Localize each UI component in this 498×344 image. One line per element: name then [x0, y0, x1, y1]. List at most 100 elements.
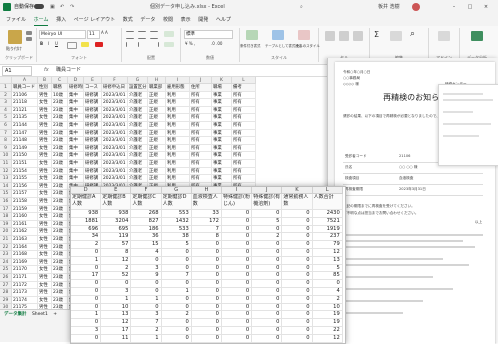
table-cell[interactable]: 21159	[12, 205, 38, 214]
tab-developer[interactable]: 開発	[198, 14, 208, 26]
zoom-table-cell[interactable]: 2	[71, 241, 102, 249]
zoom-table-cell[interactable]: 0	[222, 256, 253, 265]
zoom-table-cell[interactable]: 17	[101, 327, 132, 335]
zoom-table-cell[interactable]: 0	[222, 295, 253, 304]
table-cell[interactable]: 介護老	[128, 152, 148, 160]
table-cell[interactable]: 男性	[38, 106, 52, 115]
zoom-table-cell[interactable]: 0	[222, 249, 253, 257]
undo-icon[interactable]: ↶	[60, 0, 64, 14]
table-cell[interactable]: 2023/3/01	[102, 167, 128, 176]
table-cell[interactable]: 23歳	[52, 205, 68, 214]
header-cell[interactable]: 設置区分	[128, 84, 148, 92]
table-cell[interactable]: 23歳	[52, 144, 68, 153]
border-icon[interactable]	[67, 42, 77, 49]
table-cell[interactable]: 集中	[68, 129, 84, 138]
table-cell[interactable]: 介護老	[128, 106, 148, 115]
column-header[interactable]: A	[12, 77, 38, 84]
align-center-icon[interactable]	[138, 42, 147, 47]
table-cell[interactable]: 所有	[232, 137, 256, 145]
zoom-table-cell[interactable]: 12	[312, 334, 343, 343]
table-cell[interactable]: 21147	[12, 129, 38, 138]
row-header[interactable]: 20	[0, 228, 12, 236]
zoom-table-cell[interactable]: 0	[222, 311, 253, 320]
zoom-table-cell[interactable]: 533	[161, 225, 192, 234]
table-cell[interactable]: 利用	[166, 144, 190, 153]
zoom-table-cell[interactable]: 268	[131, 210, 162, 218]
table-cell[interactable]: 21173	[12, 289, 38, 297]
table-cell[interactable]: 23歳	[52, 243, 68, 252]
zoom-table-cell[interactable]: 0	[191, 303, 222, 312]
zoom-table-cell[interactable]: 38	[161, 233, 192, 242]
table-cell[interactable]: 21155	[12, 175, 38, 183]
row-header[interactable]: 22	[0, 243, 12, 252]
zoom-header-cell[interactable]: 通常勤務人数	[282, 194, 313, 210]
table-cell[interactable]: 介護老	[128, 114, 148, 122]
table-cell[interactable]: 所有	[190, 175, 212, 183]
zoom-table-cell[interactable]: 0	[191, 272, 222, 281]
table-cell[interactable]: 所有	[232, 152, 256, 160]
close-button[interactable]: ×	[478, 0, 494, 14]
zoom-table-cell[interactable]: 695	[101, 225, 132, 234]
table-cell[interactable]: 利用	[166, 137, 190, 145]
table-cell[interactable]: 研修講	[84, 122, 102, 130]
zoom-table-cell[interactable]: 4	[131, 249, 162, 257]
table-cell[interactable]: 21135	[12, 114, 38, 122]
table-cell[interactable]: 利用	[166, 106, 190, 115]
zoom-table-cell[interactable]: 1432	[161, 217, 192, 226]
table-cell[interactable]: 事業	[212, 144, 232, 153]
tab-view[interactable]: 表示	[181, 14, 191, 26]
zoom-column-header[interactable]: F	[131, 187, 162, 194]
table-cell[interactable]: 男性	[38, 129, 52, 138]
table-cell[interactable]: 集中	[68, 175, 84, 183]
table-cell[interactable]: 男性	[38, 228, 52, 236]
number-format-select[interactable]: 標準	[184, 30, 233, 39]
row-header[interactable]: 7	[0, 129, 12, 138]
table-cell[interactable]: 利用	[166, 91, 190, 100]
zoom-table-cell[interactable]: 0	[131, 256, 162, 265]
table-cell[interactable]: 利用	[166, 99, 190, 107]
zoom-table-cell[interactable]: 1	[131, 295, 162, 304]
table-cell[interactable]: 23歳	[52, 122, 68, 130]
table-cell[interactable]: 研修講	[84, 144, 102, 153]
table-cell[interactable]: 女性	[38, 160, 52, 168]
zoom-table-cell[interactable]: 3	[131, 311, 162, 320]
column-header[interactable]: I	[166, 77, 190, 84]
tab-page-layout[interactable]: ページ レイアウト	[74, 14, 116, 26]
table-cell[interactable]: 正規	[148, 137, 166, 145]
table-cell[interactable]: 23歳	[52, 160, 68, 168]
row-header[interactable]: 27	[0, 281, 12, 290]
name-box[interactable]: A1	[2, 66, 32, 76]
zoom-table-cell[interactable]: 0	[191, 288, 222, 296]
table-cell[interactable]: 2023/3/01	[102, 137, 128, 145]
zoom-table-cell[interactable]: 0	[282, 233, 313, 242]
zoom-table-cell[interactable]: 0	[191, 264, 222, 273]
row-header[interactable]: 4	[0, 106, 12, 115]
table-cell[interactable]: 所有	[190, 122, 212, 130]
table-cell[interactable]: 23歳	[52, 228, 68, 236]
table-cell[interactable]: 介護老	[128, 160, 148, 168]
wrap-text-icon[interactable]	[164, 31, 174, 37]
table-cell[interactable]: 23歳	[52, 251, 68, 259]
table-cell[interactable]: 男性	[38, 198, 52, 206]
table-cell[interactable]: 23歳	[52, 190, 68, 198]
tab-insert[interactable]: 挿入	[56, 14, 66, 26]
zoom-table-cell[interactable]: 0	[282, 217, 313, 226]
table-cell[interactable]: 男性	[38, 220, 52, 229]
zoom-table-cell[interactable]: 0	[282, 225, 313, 234]
header-cell[interactable]: 研修申込日	[102, 84, 128, 92]
table-cell[interactable]: 23歳	[52, 152, 68, 160]
redo-icon[interactable]: ↷	[70, 0, 74, 14]
zoom-table-cell[interactable]: 1881	[71, 217, 102, 226]
zoom-table-cell[interactable]: 0	[282, 319, 313, 327]
row-header[interactable]: 3	[0, 99, 12, 107]
table-cell[interactable]: 21161	[12, 220, 38, 229]
table-cell[interactable]: 女性	[38, 190, 52, 198]
zoom-table-cell[interactable]: 0	[131, 288, 162, 296]
table-cell[interactable]: 利用	[166, 114, 190, 122]
table-cell[interactable]: 集中	[68, 122, 84, 130]
zoom-column-header[interactable]: G	[161, 187, 192, 194]
zoom-table-cell[interactable]: 2	[131, 327, 162, 335]
table-cell[interactable]: 21150	[12, 152, 38, 160]
table-cell[interactable]: 21163	[12, 236, 38, 244]
table-cell[interactable]: 21106	[12, 91, 38, 100]
